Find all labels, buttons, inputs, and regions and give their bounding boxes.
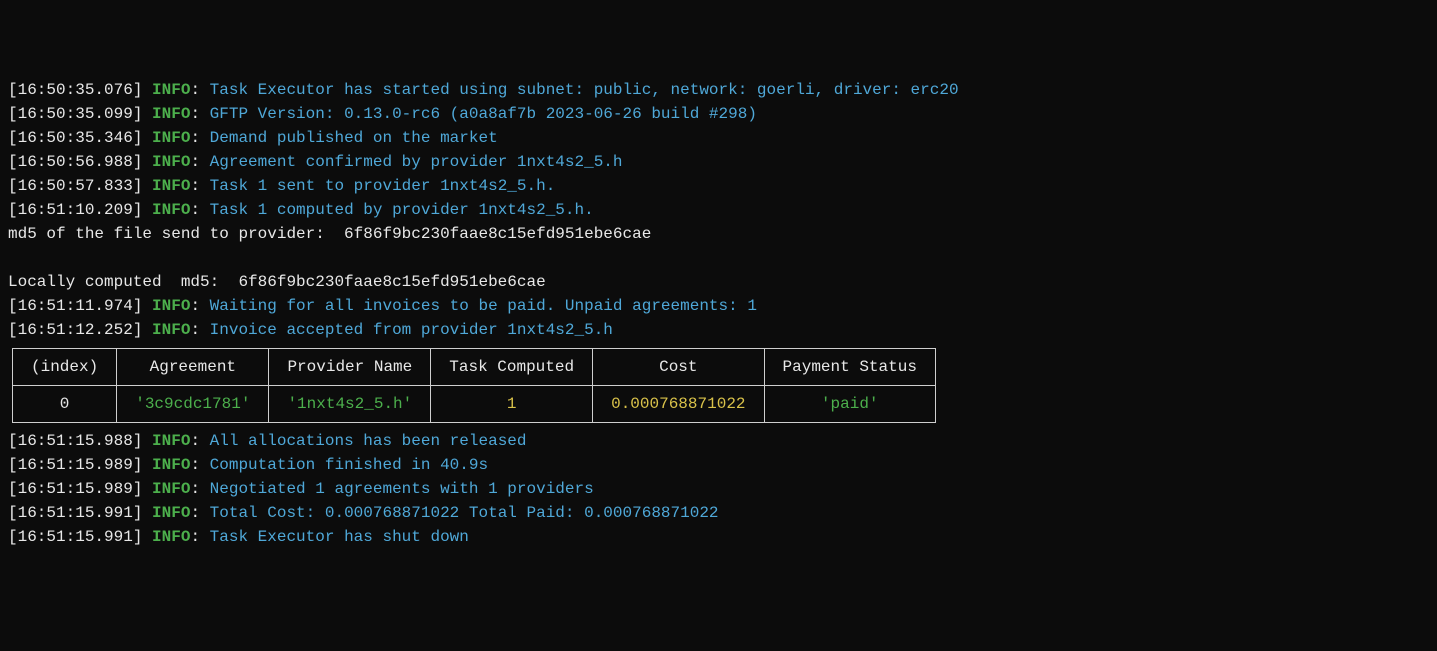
- log-message: Waiting for all invoices to be paid. Unp…: [210, 297, 757, 315]
- timestamp: [16:50:57.833]: [8, 177, 152, 195]
- timestamp: [16:51:15.991]: [8, 504, 152, 522]
- log-line: [16:51:15.991] INFO: Task Executor has s…: [8, 525, 1429, 549]
- log-line: [16:50:35.346] INFO: Demand published on…: [8, 126, 1429, 150]
- md5-local-line: Locally computed md5: 6f86f9bc230faae8c1…: [8, 270, 1429, 294]
- timestamp: [16:51:10.209]: [8, 201, 152, 219]
- log-message: Task 1 computed by provider 1nxt4s2_5.h.: [210, 201, 594, 219]
- colon: :: [190, 321, 209, 339]
- table-header-cell: Task Computed: [431, 349, 593, 386]
- cell-cost: 0.000768871022: [593, 386, 764, 423]
- log-level-info: INFO: [152, 177, 190, 195]
- log-level-info: INFO: [152, 432, 190, 450]
- log-line: [16:50:35.076] INFO: Task Executor has s…: [8, 78, 1429, 102]
- log-line: [16:51:10.209] INFO: Task 1 computed by …: [8, 198, 1429, 222]
- log-message: GFTP Version: 0.13.0-rc6 (a0a8af7b 2023-…: [210, 105, 757, 123]
- log-level-info: INFO: [152, 153, 190, 171]
- colon: :: [190, 129, 209, 147]
- timestamp: [16:51:15.989]: [8, 456, 152, 474]
- timestamp: [16:51:15.988]: [8, 432, 152, 450]
- log-message: Total Cost: 0.000768871022 Total Paid: 0…: [210, 504, 719, 522]
- timestamp: [16:50:35.076]: [8, 81, 152, 99]
- md5-sent-line: md5 of the file send to provider: 6f86f9…: [8, 222, 1429, 246]
- timestamp: [16:51:15.989]: [8, 480, 152, 498]
- table-header-cell: (index): [13, 349, 117, 386]
- colon: :: [190, 177, 209, 195]
- colon: :: [190, 297, 209, 315]
- log-message: Agreement confirmed by provider 1nxt4s2_…: [210, 153, 623, 171]
- log-level-info: INFO: [152, 201, 190, 219]
- timestamp: [16:50:35.346]: [8, 129, 152, 147]
- log-level-info: INFO: [152, 528, 190, 546]
- cell-task-computed: 1: [431, 386, 593, 423]
- log-line: [16:50:56.988] INFO: Agreement confirmed…: [8, 150, 1429, 174]
- log-message: Negotiated 1 agreements with 1 providers: [210, 480, 594, 498]
- log-message: Demand published on the market: [210, 129, 498, 147]
- log-line: [16:51:11.974] INFO: Waiting for all inv…: [8, 294, 1429, 318]
- log-message: Task Executor has shut down: [210, 528, 469, 546]
- log-message: Task 1 sent to provider 1nxt4s2_5.h.: [210, 177, 556, 195]
- log-line: [16:51:15.991] INFO: Total Cost: 0.00076…: [8, 501, 1429, 525]
- timestamp: [16:51:15.991]: [8, 528, 152, 546]
- table-header-cell: Provider Name: [269, 349, 431, 386]
- log-message: Task Executor has started using subnet: …: [210, 81, 959, 99]
- table-header-row: (index)AgreementProvider NameTask Comput…: [13, 349, 936, 386]
- log-message: All allocations has been released: [210, 432, 527, 450]
- log-level-info: INFO: [152, 480, 190, 498]
- cell-provider: '1nxt4s2_5.h': [269, 386, 431, 423]
- timestamp: [16:51:12.252]: [8, 321, 152, 339]
- cell-index: 0: [13, 386, 117, 423]
- log-level-info: INFO: [152, 129, 190, 147]
- log-level-info: INFO: [152, 321, 190, 339]
- log-line: [16:50:57.833] INFO: Task 1 sent to prov…: [8, 174, 1429, 198]
- log-level-info: INFO: [152, 297, 190, 315]
- log-line: [16:51:12.252] INFO: Invoice accepted fr…: [8, 318, 1429, 342]
- table-row: 0'3c9cdc1781''1nxt4s2_5.h'10.00076887102…: [13, 386, 936, 423]
- colon: :: [190, 432, 209, 450]
- log-message: Invoice accepted from provider 1nxt4s2_5…: [210, 321, 613, 339]
- cell-payment-status: 'paid': [764, 386, 935, 423]
- colon: :: [190, 528, 209, 546]
- cell-agreement: '3c9cdc1781': [117, 386, 269, 423]
- log-line: [16:51:15.989] INFO: Computation finishe…: [8, 453, 1429, 477]
- colon: :: [190, 105, 209, 123]
- log-level-info: INFO: [152, 504, 190, 522]
- timestamp: [16:50:35.099]: [8, 105, 152, 123]
- log-level-info: INFO: [152, 81, 190, 99]
- log-level-info: INFO: [152, 105, 190, 123]
- colon: :: [190, 480, 209, 498]
- table-header-cell: Payment Status: [764, 349, 935, 386]
- timestamp: [16:50:56.988]: [8, 153, 152, 171]
- log-line: [16:51:15.989] INFO: Negotiated 1 agreem…: [8, 477, 1429, 501]
- blank-line: [8, 246, 1429, 270]
- log-message: Computation finished in 40.9s: [210, 456, 488, 474]
- terminal-output: [16:50:35.076] INFO: Task Executor has s…: [8, 78, 1429, 549]
- colon: :: [190, 153, 209, 171]
- colon: :: [190, 504, 209, 522]
- summary-table: (index)AgreementProvider NameTask Comput…: [12, 348, 936, 423]
- table-header-cell: Agreement: [117, 349, 269, 386]
- log-line: [16:51:15.988] INFO: All allocations has…: [8, 429, 1429, 453]
- colon: :: [190, 201, 209, 219]
- table-header-cell: Cost: [593, 349, 764, 386]
- timestamp: [16:51:11.974]: [8, 297, 152, 315]
- colon: :: [190, 456, 209, 474]
- log-level-info: INFO: [152, 456, 190, 474]
- log-line: [16:50:35.099] INFO: GFTP Version: 0.13.…: [8, 102, 1429, 126]
- colon: :: [190, 81, 209, 99]
